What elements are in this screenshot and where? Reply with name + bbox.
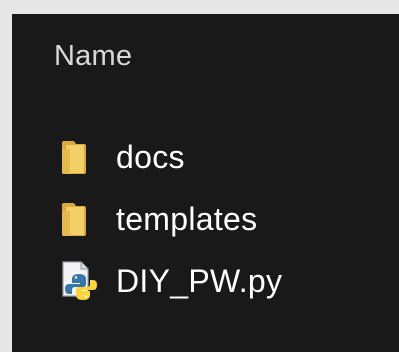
list-item-templates[interactable]: templates	[60, 188, 282, 250]
list-item-docs[interactable]: docs	[60, 126, 282, 188]
item-name: docs	[116, 138, 185, 175]
file-list: docs templates DIY_PW.py	[60, 126, 282, 312]
list-item-diy-pw-py[interactable]: DIY_PW.py	[60, 250, 282, 312]
name-column-header[interactable]: Name	[54, 40, 132, 73]
python-file-icon	[60, 259, 104, 303]
file-explorer-pane: Name docs templates DIY_PW.py	[12, 14, 399, 352]
item-name: DIY_PW.py	[116, 262, 283, 299]
folder-icon	[60, 135, 104, 179]
folder-icon	[60, 197, 104, 241]
item-name: templates	[116, 200, 258, 237]
